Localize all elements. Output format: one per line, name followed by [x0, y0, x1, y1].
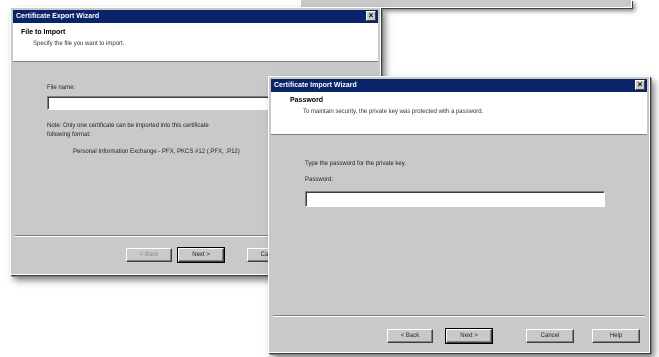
- wizard-header: File to Import Specify the file you want…: [13, 23, 378, 62]
- title-bar[interactable]: Certificate Export Wizard ×: [13, 10, 378, 23]
- next-button[interactable]: Next >: [445, 328, 493, 344]
- note-text-line1: Note: Only one certificate can be import…: [47, 123, 209, 129]
- window-title: Certificate Export Wizard: [16, 13, 100, 20]
- format-text: Personal Information Exchange - PFX, PKC…: [73, 149, 240, 155]
- wizard-header: Password To maintain security, the priva…: [271, 92, 647, 135]
- help-button[interactable]: Help: [592, 329, 640, 343]
- note-text-line2: following format:: [47, 132, 91, 138]
- password-input[interactable]: [305, 191, 605, 207]
- close-button[interactable]: ×: [366, 11, 376, 21]
- cancel-button[interactable]: Cancel: [526, 329, 574, 343]
- password-label: Password:: [305, 177, 334, 183]
- next-button[interactable]: Next >: [177, 247, 225, 263]
- title-bar[interactable]: Certificate Import Wizard ×: [271, 79, 647, 92]
- page-subtitle: Specify the file you want to import.: [33, 41, 125, 47]
- password-dialog: Certificate Import Wizard × Password To …: [268, 76, 650, 353]
- page-title: Password: [290, 97, 324, 104]
- page-subtitle: To maintain security, the private key wa…: [303, 109, 484, 115]
- close-button[interactable]: ×: [635, 80, 645, 90]
- button-separator: [273, 315, 645, 317]
- window-title: Certificate Import Wizard: [274, 82, 357, 89]
- back-button[interactable]: < Back: [387, 329, 433, 343]
- instruction-text: Type the password for the private key.: [305, 161, 406, 167]
- file-name-label: File name:: [47, 85, 76, 91]
- page-title: File to Import: [21, 29, 66, 36]
- back-button[interactable]: < Back: [126, 248, 172, 262]
